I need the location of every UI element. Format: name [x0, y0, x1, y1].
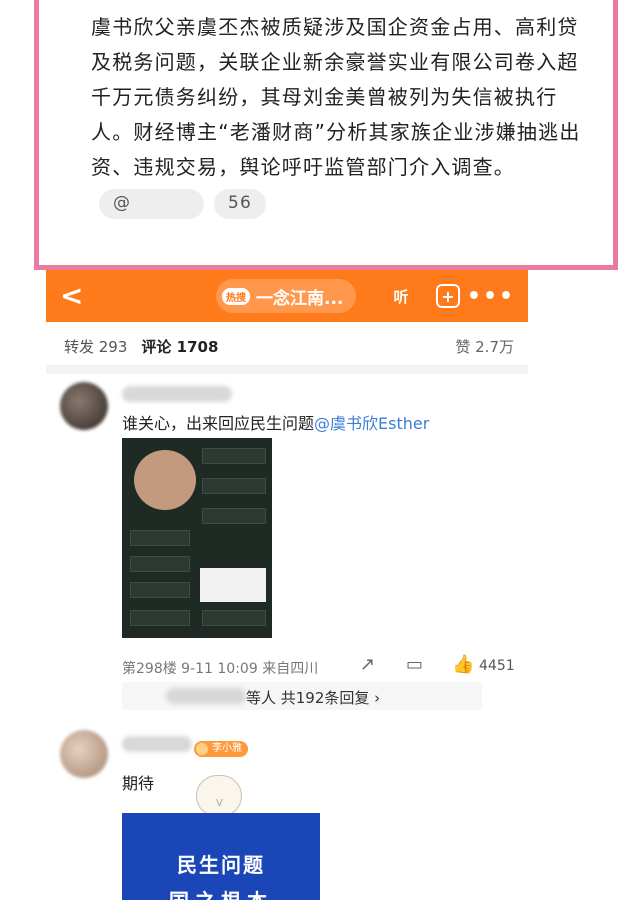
card-line-2: 国之根本	[122, 885, 320, 900]
top-bar: < 热搜 一念江南... 听 + •••	[46, 270, 528, 322]
weibo-screenshot: < 热搜 一念江南... 听 + ••• 转发 293 评论 1708 赞 2.…	[46, 270, 528, 900]
like-count: 4451	[479, 658, 515, 674]
image-caption-bar	[202, 610, 266, 626]
tab-repost[interactable]: 转发 293	[64, 336, 127, 357]
search-pill[interactable]: 热搜 一念江南...	[216, 279, 356, 313]
like-icon[interactable]: 👍	[452, 654, 474, 675]
username-blurred[interactable]	[122, 386, 232, 402]
section-divider	[46, 366, 528, 374]
comment-image[interactable]	[122, 438, 272, 638]
avatar[interactable]	[60, 730, 108, 778]
mention-link[interactable]: @虞书欣Esther	[314, 414, 429, 433]
tab-comments[interactable]: 评论 1708	[141, 336, 218, 357]
image-caption-bar	[130, 530, 190, 546]
listen-button[interactable]: 听	[386, 282, 416, 310]
listen-label: 听	[393, 287, 409, 306]
username-blurred[interactable]	[122, 736, 192, 752]
image-caption-bar	[202, 508, 266, 524]
user-badge: 李小雅	[194, 741, 248, 757]
image-caption-bar	[130, 582, 190, 598]
avatar[interactable]	[60, 382, 108, 430]
comment-meta: 第298楼 9-11 10:09 来自四川	[122, 661, 319, 677]
user-pill[interactable]: @	[99, 188, 204, 219]
screenshot-card	[200, 568, 266, 602]
comment-tabs: 转发 293 评论 1708 赞 2.7万	[46, 328, 528, 366]
highlighted-post: 虞书欣父亲虞丕杰被质疑涉及国企资金占用、高利贷及税务问题，关联企业新余豪誉实业有…	[34, 0, 618, 270]
cat-sticker-icon: V	[196, 775, 242, 817]
post-text: 虞书欣父亲虞丕杰被质疑涉及国企资金占用、高利贷及税务问题，关联企业新余豪誉实业有…	[91, 10, 591, 220]
hot-search-badge: 热搜	[222, 287, 250, 305]
add-icon[interactable]: +	[436, 284, 460, 308]
image-caption-bar	[130, 556, 190, 572]
comment-text: 谁关心，出来回应民生问题@虞书欣Esther	[122, 410, 429, 434]
comment-text: 期待	[122, 774, 155, 793]
tab-likes[interactable]: 赞 2.7万	[455, 336, 514, 357]
count-pill[interactable]: 56	[214, 188, 267, 219]
image-caption-bar	[202, 478, 266, 494]
comment-body: 谁关心，出来回应民生问题	[122, 414, 315, 433]
image-caption-bar	[202, 448, 266, 464]
reply-users-blurred	[166, 688, 246, 704]
share-icon[interactable]: ↗	[360, 654, 375, 675]
search-text: 一念江南...	[256, 288, 344, 309]
reply-count-link[interactable]: 等人 共192条回复 ›	[246, 687, 380, 708]
reply-icon[interactable]: ▭	[406, 654, 423, 675]
more-icon[interactable]: •••	[467, 282, 513, 310]
person-photo	[134, 450, 196, 510]
post-body: 虞书欣父亲虞丕杰被质疑涉及国企资金占用、高利贷及税务问题，关联企业新余豪誉实业有…	[91, 15, 581, 179]
post-meta: @ 56	[99, 188, 267, 219]
chevron-left-icon[interactable]: <	[60, 279, 83, 312]
image-caption-bar	[130, 610, 190, 626]
comment-image-card[interactable]: 民生问题 国之根本	[122, 813, 320, 900]
card-line-1: 民生问题	[177, 853, 265, 877]
